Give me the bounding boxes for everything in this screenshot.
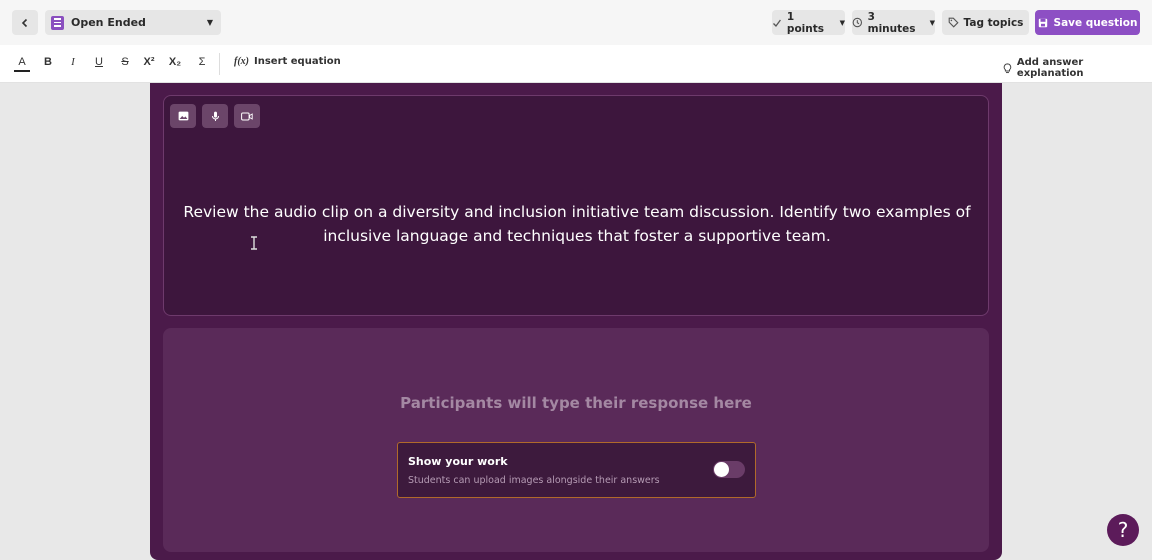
text-cursor-icon	[251, 236, 257, 250]
format-toolbar: A B I U S X² X₂ Σ f(x) Insert equation A…	[0, 45, 1152, 83]
toggle-knob	[714, 462, 729, 477]
toolbar-divider	[219, 53, 220, 75]
chevron-left-icon	[21, 18, 28, 27]
clock-icon	[852, 17, 863, 28]
question-editor-card: Review the audio clip on a diversity and…	[150, 83, 1002, 560]
points-select[interactable]: 1 points ▼	[772, 10, 845, 35]
points-label: 1 points	[786, 10, 824, 35]
open-ended-icon	[51, 15, 64, 30]
help-button[interactable]: ?	[1107, 514, 1139, 546]
tag-topics-button[interactable]: Tag topics	[942, 10, 1029, 35]
check-icon	[773, 19, 781, 27]
subscript-button[interactable]: X₂	[167, 56, 183, 68]
question-type-select[interactable]: Open Ended ▼	[45, 10, 221, 35]
strikethrough-button[interactable]: S	[117, 56, 133, 68]
chevron-down-icon: ▼	[839, 18, 845, 27]
sigma-button[interactable]: Σ	[194, 56, 210, 68]
tag-icon	[948, 17, 959, 28]
insert-equation-label: Insert equation	[254, 56, 341, 67]
top-bar: Open Ended ▼ 1 points ▼ 3 minutes ▼ Tag …	[0, 0, 1152, 45]
add-audio-button[interactable]	[202, 104, 228, 128]
italic-button[interactable]: I	[65, 56, 81, 68]
question-text[interactable]: Review the audio clip on a diversity and…	[164, 200, 990, 248]
add-answer-explanation-label: Add answer explanation	[1016, 57, 1084, 79]
answer-area: Participants will type their response he…	[163, 328, 989, 552]
superscript-button[interactable]: X²	[141, 56, 157, 68]
add-answer-explanation-button[interactable]: Add answer explanation	[1003, 57, 1152, 79]
underline-button[interactable]: U	[91, 56, 107, 68]
show-your-work-description: Students can upload images alongside the…	[408, 475, 660, 486]
response-placeholder: Participants will type their response he…	[400, 394, 752, 412]
image-icon	[178, 111, 188, 121]
bold-button[interactable]: B	[40, 56, 56, 68]
time-select[interactable]: 3 minutes ▼	[852, 10, 935, 35]
show-your-work-toggle[interactable]	[713, 461, 745, 478]
add-video-button[interactable]	[234, 104, 260, 128]
question-input-area[interactable]: Review the audio clip on a diversity and…	[163, 95, 989, 316]
chevron-down-icon: ▼	[929, 18, 935, 27]
chevron-down-icon: ▼	[206, 18, 213, 27]
text-color-button[interactable]: A	[14, 56, 30, 72]
show-your-work-title: Show your work	[408, 455, 508, 468]
microphone-icon	[211, 111, 219, 121]
back-button[interactable]	[12, 10, 38, 35]
tag-topics-label: Tag topics	[963, 16, 1024, 29]
insert-equation-button[interactable]: f(x) Insert equation	[234, 56, 341, 67]
question-type-label: Open Ended	[71, 16, 146, 29]
function-icon: f(x)	[234, 56, 249, 67]
save-question-button[interactable]: Save question	[1035, 10, 1140, 35]
save-question-label: Save question	[1053, 16, 1138, 29]
video-icon	[241, 112, 253, 120]
add-image-button[interactable]	[170, 104, 196, 128]
save-icon	[1038, 18, 1047, 27]
lightbulb-icon	[1003, 62, 1012, 73]
show-your-work-option[interactable]: Show your work Students can upload image…	[397, 442, 756, 498]
time-label: 3 minutes	[867, 10, 916, 35]
